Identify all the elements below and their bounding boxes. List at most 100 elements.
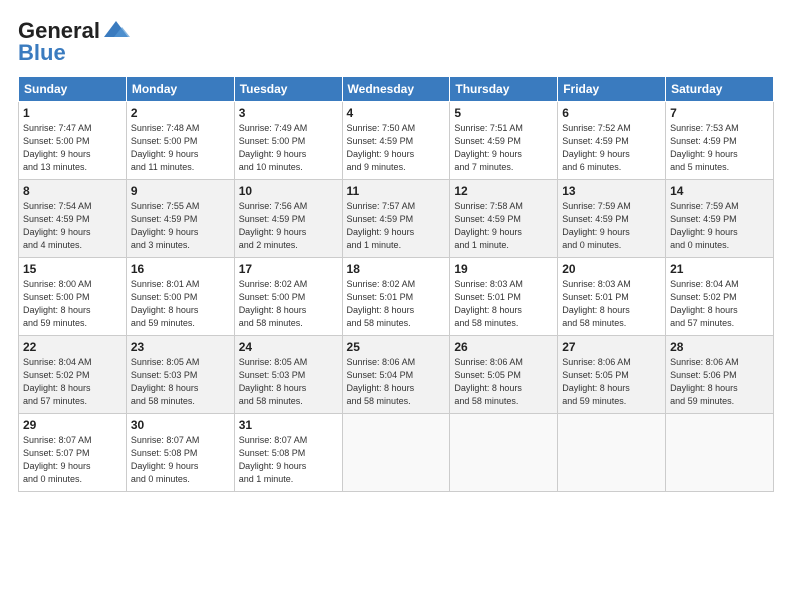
week-row-4: 22 Sunrise: 8:04 AMSunset: 5:02 PMDayligh… bbox=[19, 336, 774, 414]
table-cell bbox=[666, 414, 774, 492]
day-number: 16 bbox=[131, 262, 230, 276]
day-number: 17 bbox=[239, 262, 338, 276]
col-sunday: Sunday bbox=[19, 77, 127, 102]
day-number: 27 bbox=[562, 340, 661, 354]
day-number: 13 bbox=[562, 184, 661, 198]
week-row-2: 8Sunrise: 7:54 AMSunset: 4:59 PMDaylight… bbox=[19, 180, 774, 258]
col-tuesday: Tuesday bbox=[234, 77, 342, 102]
table-cell: 29 Sunrise: 8:07 AMSunset: 5:07 PMDayligh… bbox=[19, 414, 127, 492]
day-detail: Sunrise: 7:53 AMSunset: 4:59 PMDaylight:… bbox=[670, 123, 739, 172]
table-cell: 28 Sunrise: 8:06 AMSunset: 5:06 PMDayligh… bbox=[666, 336, 774, 414]
week-row-3: 15Sunrise: 8:00 AMSunset: 5:00 PMDayligh… bbox=[19, 258, 774, 336]
day-detail: Sunrise: 7:48 AMSunset: 5:00 PMDaylight:… bbox=[131, 123, 200, 172]
day-number: 2 bbox=[131, 106, 230, 120]
day-detail: Sunrise: 7:52 AMSunset: 4:59 PMDaylight:… bbox=[562, 123, 631, 172]
day-detail: Sunrise: 8:00 AMSunset: 5:00 PMDaylight:… bbox=[23, 279, 92, 328]
day-detail: Sunrise: 8:03 AMSunset: 5:01 PMDaylight:… bbox=[454, 279, 523, 328]
col-thursday: Thursday bbox=[450, 77, 558, 102]
table-cell bbox=[558, 414, 666, 492]
day-number: 7 bbox=[670, 106, 769, 120]
day-number: 4 bbox=[347, 106, 446, 120]
day-number: 30 bbox=[131, 418, 230, 432]
calendar-header-row: Sunday Monday Tuesday Wednesday Thursday… bbox=[19, 77, 774, 102]
table-cell: 3 Sunrise: 7:49 AMSunset: 5:00 PMDaylight… bbox=[234, 102, 342, 180]
day-number: 31 bbox=[239, 418, 338, 432]
day-number: 5 bbox=[454, 106, 553, 120]
col-friday: Friday bbox=[558, 77, 666, 102]
calendar-table: Sunday Monday Tuesday Wednesday Thursday… bbox=[18, 76, 774, 492]
table-cell: 1 Sunrise: 7:47 AMSunset: 5:00 PMDaylight… bbox=[19, 102, 127, 180]
logo: General Blue bbox=[18, 18, 130, 66]
week-row-1: 1 Sunrise: 7:47 AMSunset: 5:00 PMDaylight… bbox=[19, 102, 774, 180]
day-detail: Sunrise: 7:59 AMSunset: 4:59 PMDaylight:… bbox=[670, 201, 739, 250]
table-cell: 20 Sunrise: 8:03 AMSunset: 5:01 PMDayligh… bbox=[558, 258, 666, 336]
day-detail: Sunrise: 7:57 AMSunset: 4:59 PMDaylight:… bbox=[347, 201, 416, 250]
table-cell: 31 Sunrise: 8:07 AMSunset: 5:08 PMDayligh… bbox=[234, 414, 342, 492]
day-number: 19 bbox=[454, 262, 553, 276]
day-detail: Sunrise: 8:01 AMSunset: 5:00 PMDaylight:… bbox=[131, 279, 200, 328]
table-cell: 24 Sunrise: 8:05 AMSunset: 5:03 PMDayligh… bbox=[234, 336, 342, 414]
day-detail: Sunrise: 8:04 AMSunset: 5:02 PMDaylight:… bbox=[670, 279, 739, 328]
day-detail: Sunrise: 7:56 AMSunset: 4:59 PMDaylight:… bbox=[239, 201, 308, 250]
day-number: 12 bbox=[454, 184, 553, 198]
day-detail: Sunrise: 7:54 AMSunset: 4:59 PMDaylight:… bbox=[23, 201, 92, 250]
table-cell: 10Sunrise: 7:56 AMSunset: 4:59 PMDayligh… bbox=[234, 180, 342, 258]
table-cell bbox=[450, 414, 558, 492]
table-cell: 25 Sunrise: 8:06 AMSunset: 5:04 PMDayligh… bbox=[342, 336, 450, 414]
day-detail: Sunrise: 7:50 AMSunset: 4:59 PMDaylight:… bbox=[347, 123, 416, 172]
col-monday: Monday bbox=[126, 77, 234, 102]
day-number: 1 bbox=[23, 106, 122, 120]
page-header: General Blue bbox=[18, 18, 774, 66]
table-cell: 16 Sunrise: 8:01 AMSunset: 5:00 PMDayligh… bbox=[126, 258, 234, 336]
day-detail: Sunrise: 8:06 AMSunset: 5:05 PMDaylight:… bbox=[454, 357, 523, 406]
col-wednesday: Wednesday bbox=[342, 77, 450, 102]
table-cell: 12 Sunrise: 7:58 AMSunset: 4:59 PMDayligh… bbox=[450, 180, 558, 258]
day-number: 25 bbox=[347, 340, 446, 354]
day-number: 9 bbox=[131, 184, 230, 198]
week-row-5: 29 Sunrise: 8:07 AMSunset: 5:07 PMDayligh… bbox=[19, 414, 774, 492]
day-number: 22 bbox=[23, 340, 122, 354]
day-number: 6 bbox=[562, 106, 661, 120]
table-cell: 6 Sunrise: 7:52 AMSunset: 4:59 PMDaylight… bbox=[558, 102, 666, 180]
table-cell: 26 Sunrise: 8:06 AMSunset: 5:05 PMDayligh… bbox=[450, 336, 558, 414]
table-cell: 22 Sunrise: 8:04 AMSunset: 5:02 PMDayligh… bbox=[19, 336, 127, 414]
day-detail: Sunrise: 8:03 AMSunset: 5:01 PMDaylight:… bbox=[562, 279, 631, 328]
day-detail: Sunrise: 8:06 AMSunset: 5:04 PMDaylight:… bbox=[347, 357, 416, 406]
day-detail: Sunrise: 7:47 AMSunset: 5:00 PMDaylight:… bbox=[23, 123, 92, 172]
table-cell: 9Sunrise: 7:55 AMSunset: 4:59 PMDaylight… bbox=[126, 180, 234, 258]
day-detail: Sunrise: 7:59 AMSunset: 4:59 PMDaylight:… bbox=[562, 201, 631, 250]
day-detail: Sunrise: 8:05 AMSunset: 5:03 PMDaylight:… bbox=[239, 357, 308, 406]
day-number: 20 bbox=[562, 262, 661, 276]
day-detail: Sunrise: 8:06 AMSunset: 5:05 PMDaylight:… bbox=[562, 357, 631, 406]
day-number: 28 bbox=[670, 340, 769, 354]
day-detail: Sunrise: 8:07 AMSunset: 5:07 PMDaylight:… bbox=[23, 435, 92, 484]
day-number: 18 bbox=[347, 262, 446, 276]
day-detail: Sunrise: 7:58 AMSunset: 4:59 PMDaylight:… bbox=[454, 201, 523, 250]
table-cell: 23Sunrise: 8:05 AMSunset: 5:03 PMDayligh… bbox=[126, 336, 234, 414]
table-cell: 30 Sunrise: 8:07 AMSunset: 5:08 PMDayligh… bbox=[126, 414, 234, 492]
table-cell: 18Sunrise: 8:02 AMSunset: 5:01 PMDayligh… bbox=[342, 258, 450, 336]
day-detail: Sunrise: 8:07 AMSunset: 5:08 PMDaylight:… bbox=[239, 435, 308, 484]
table-cell: 27 Sunrise: 8:06 AMSunset: 5:05 PMDayligh… bbox=[558, 336, 666, 414]
day-detail: Sunrise: 8:07 AMSunset: 5:08 PMDaylight:… bbox=[131, 435, 200, 484]
day-detail: Sunrise: 7:49 AMSunset: 5:00 PMDaylight:… bbox=[239, 123, 308, 172]
day-detail: Sunrise: 7:51 AMSunset: 4:59 PMDaylight:… bbox=[454, 123, 523, 172]
table-cell: 14Sunrise: 7:59 AMSunset: 4:59 PMDayligh… bbox=[666, 180, 774, 258]
table-cell: 8Sunrise: 7:54 AMSunset: 4:59 PMDaylight… bbox=[19, 180, 127, 258]
day-number: 3 bbox=[239, 106, 338, 120]
table-cell: 7 Sunrise: 7:53 AMSunset: 4:59 PMDaylight… bbox=[666, 102, 774, 180]
day-detail: Sunrise: 8:02 AMSunset: 5:00 PMDaylight:… bbox=[239, 279, 308, 328]
table-cell: 19 Sunrise: 8:03 AMSunset: 5:01 PMDayligh… bbox=[450, 258, 558, 336]
day-number: 24 bbox=[239, 340, 338, 354]
day-detail: Sunrise: 8:04 AMSunset: 5:02 PMDaylight:… bbox=[23, 357, 92, 406]
day-number: 26 bbox=[454, 340, 553, 354]
table-cell: 11Sunrise: 7:57 AMSunset: 4:59 PMDayligh… bbox=[342, 180, 450, 258]
day-detail: Sunrise: 8:06 AMSunset: 5:06 PMDaylight:… bbox=[670, 357, 739, 406]
table-cell: 15Sunrise: 8:00 AMSunset: 5:00 PMDayligh… bbox=[19, 258, 127, 336]
table-cell: 5 Sunrise: 7:51 AMSunset: 4:59 PMDaylight… bbox=[450, 102, 558, 180]
logo-blue: Blue bbox=[18, 40, 66, 66]
day-detail: Sunrise: 8:05 AMSunset: 5:03 PMDaylight:… bbox=[131, 357, 200, 406]
table-cell: 2 Sunrise: 7:48 AMSunset: 5:00 PMDaylight… bbox=[126, 102, 234, 180]
table-cell: 21Sunrise: 8:04 AMSunset: 5:02 PMDayligh… bbox=[666, 258, 774, 336]
day-number: 29 bbox=[23, 418, 122, 432]
